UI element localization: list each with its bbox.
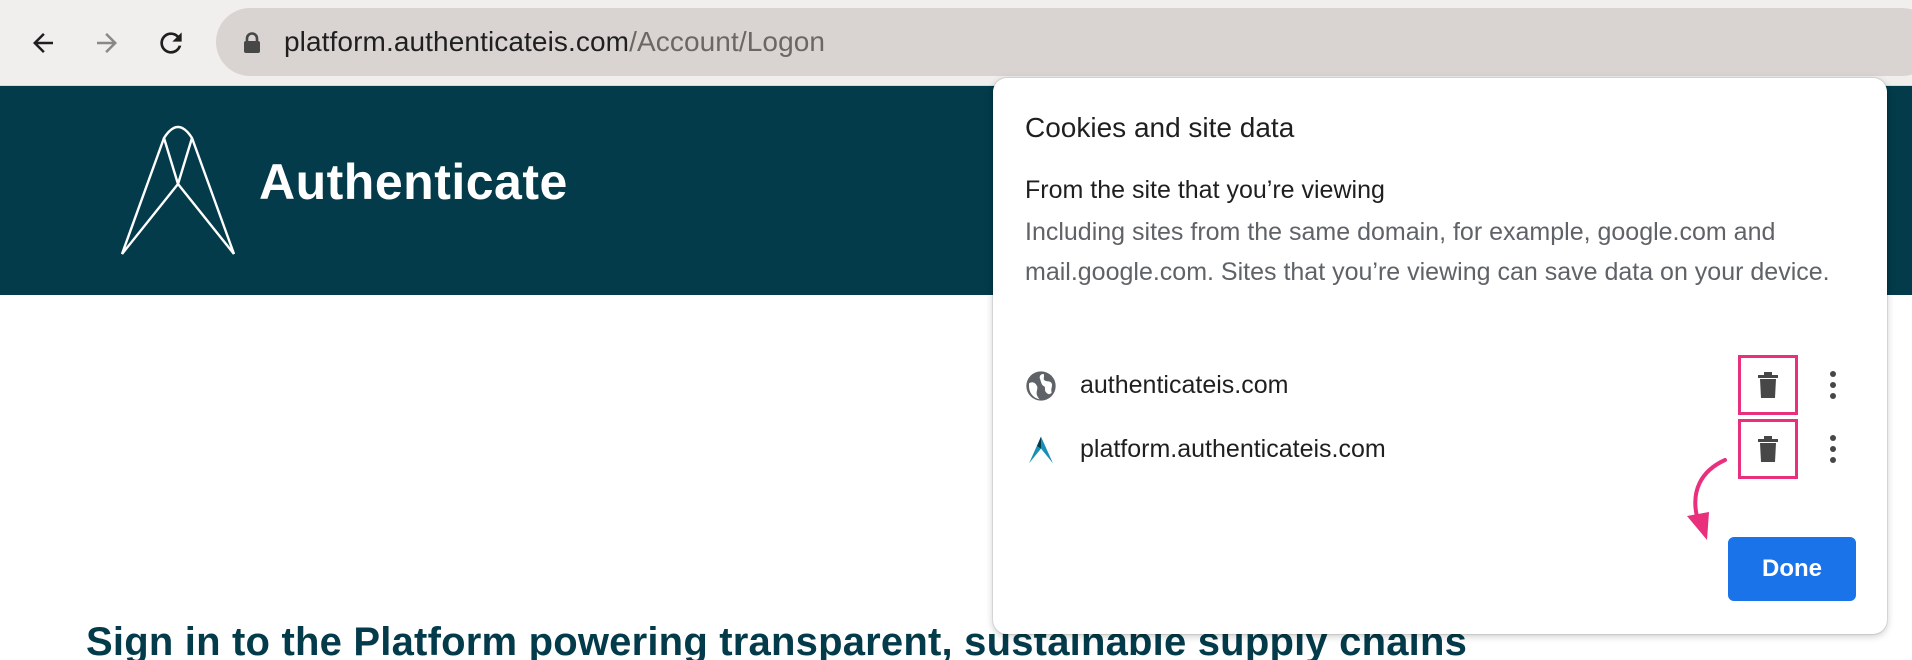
- more-dot: [1830, 371, 1836, 377]
- more-dot: [1830, 457, 1836, 463]
- done-button[interactable]: Done: [1728, 537, 1856, 601]
- trash-icon: [1758, 436, 1778, 462]
- more-options-button[interactable]: [1813, 355, 1853, 415]
- site-row: platform.authenticateis.com: [993, 419, 1887, 479]
- popup-description: Including sites from the same domain, fo…: [1025, 218, 1830, 286]
- forward-button[interactable]: [80, 16, 134, 70]
- url-host: platform.authenticateis.com: [284, 26, 630, 57]
- annotation-arrow-icon: [1687, 458, 1727, 540]
- site-row: authenticateis.com: [993, 355, 1887, 415]
- more-dot: [1830, 393, 1836, 399]
- site-name: authenticateis.com: [1080, 371, 1289, 399]
- forward-arrow-icon: [97, 33, 117, 53]
- back-arrow-icon: [33, 33, 53, 53]
- trash-icon: [1758, 372, 1778, 398]
- more-dot: [1830, 446, 1836, 452]
- lock-icon: [244, 32, 260, 53]
- more-dot: [1830, 382, 1836, 388]
- browser-toolbar: platform.authenticateis.com/Account/Logo…: [0, 0, 1912, 86]
- more-options-button[interactable]: [1813, 419, 1853, 479]
- url-text: platform.authenticateis.com/Account/Logo…: [284, 8, 825, 76]
- back-button[interactable]: [16, 16, 70, 70]
- address-bar[interactable]: platform.authenticateis.com/Account/Logo…: [216, 8, 1912, 76]
- delete-site-data-button[interactable]: [1738, 355, 1798, 415]
- cookies-popup: Cookies and site data From the site that…: [993, 78, 1887, 634]
- popup-title: Cookies and site data: [1025, 112, 1295, 143]
- globe-icon: [1026, 371, 1056, 401]
- more-dot: [1830, 435, 1836, 441]
- authenticate-logo-icon: [120, 125, 236, 255]
- popup-subtitle: From the site that you’re viewing: [1025, 176, 1385, 204]
- reload-icon: [160, 32, 182, 54]
- site-name: platform.authenticateis.com: [1080, 435, 1386, 463]
- logo-text: Authenticate: [259, 154, 568, 210]
- authenticate-favicon-icon: [1029, 436, 1053, 464]
- reload-button[interactable]: [144, 16, 198, 70]
- url-path: /Account/Logon: [629, 26, 826, 57]
- delete-site-data-button[interactable]: [1738, 419, 1798, 479]
